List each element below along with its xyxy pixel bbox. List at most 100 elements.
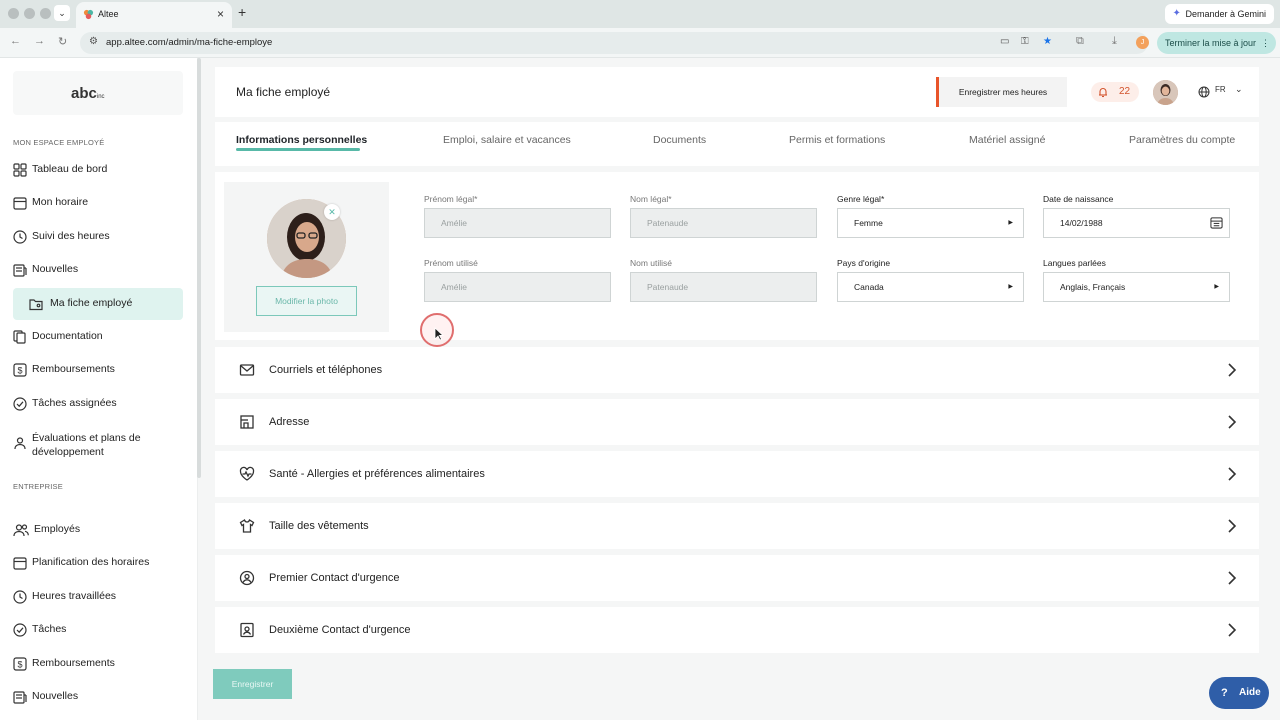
save-button[interactable]: Enregistrer [213,669,292,699]
sidebar-item-evaluations[interactable]: Évaluations et plans de développement [13,428,183,458]
birth-date-value: 14/02/1988 [1060,218,1103,228]
window-minimize-dot[interactable] [24,8,35,19]
legal-first-name-field[interactable]: Amélie [424,208,611,238]
log-hours-button[interactable]: Enregistrer mes heures [936,77,1067,107]
sidebar-item-label: Évaluations et plans de développement [32,432,141,458]
heart-icon [239,466,255,481]
used-first-name-label: Prénom utilisé [424,258,478,268]
chevron-right-icon [1228,623,1237,637]
used-first-name-field[interactable]: Amélie [424,272,611,302]
site-info-icon[interactable]: ⚙ [89,36,98,47]
sidebar-item-employees[interactable]: Employés [13,515,183,545]
help-button[interactable]: ? Aide [1209,677,1269,709]
gemini-button[interactable]: ✦ Demander à Gemini [1165,4,1274,24]
remove-photo-icon[interactable]: ✕ [324,204,340,220]
sidebar-item-company-reimbursements[interactable]: $ Remboursements [13,649,183,679]
section-clothing-size[interactable]: Taille des vêtements [215,503,1259,549]
tab-personal-info[interactable]: Informations personnelles [236,134,367,146]
chevron-right-icon [1228,519,1237,533]
section-title-employee-space: MON ESPACE EMPLOYÉ [13,138,105,147]
page-header: Ma fiche employé Enregistrer mes heures … [215,67,1259,117]
new-tab-icon[interactable]: + [238,4,246,20]
legal-last-name-field[interactable]: Patenaude [630,208,817,238]
sidebar-item-label: Ma fiche employé [50,297,133,309]
sidebar-item-my-employee-file[interactable]: Ma fiche employé [13,288,183,320]
dollar-icon: $ [13,657,27,671]
user-avatar[interactable] [1153,80,1178,105]
tab-permits[interactable]: Permis et formations [789,134,885,146]
sidebar-item-label: Tâches [32,623,67,635]
forward-icon[interactable]: → [34,35,45,47]
password-key-icon[interactable]: ⚿ [1021,36,1029,47]
section-health[interactable]: Santé - Allergies et préférences aliment… [215,451,1259,497]
tab-title: Altee [98,9,119,19]
sidebar-item-company-news[interactable]: Nouvelles [13,682,183,712]
sidebar-item-schedule-planning[interactable]: Planification des horaires [13,548,183,578]
profile-avatar[interactable]: J [1136,36,1149,49]
calendar-icon[interactable] [1210,216,1223,229]
origin-country-select[interactable]: Canada ▶ [837,272,1024,302]
tab-equipment[interactable]: Matériel assigné [969,134,1045,146]
logo-text: abcinc [71,85,105,102]
tab-employment[interactable]: Emploi, salaire et vacances [443,134,571,146]
sidebar-item-reimbursements[interactable]: $ Remboursements [13,355,183,385]
sidebar-item-label: Remboursements [32,363,115,375]
edit-photo-button[interactable]: Modifier la photo [256,286,357,316]
languages-select[interactable]: Anglais, Français ▶ [1043,272,1230,302]
gemini-label: Demander à Gemini [1185,9,1266,19]
chevron-right-icon [1228,571,1237,585]
news-icon [13,691,27,704]
sidebar-item-label: Nouvelles [32,263,79,275]
mail-icon [239,364,255,376]
address-bar[interactable]: ⚙ app.altee.com/admin/ma-fiche-employe ▭… [80,32,1148,54]
sidebar-item-tasks[interactable]: Tâches [13,615,183,645]
birth-date-field[interactable]: 14/02/1988 [1043,208,1230,238]
sidebar-item-dashboard[interactable]: Tableau de bord [13,155,183,185]
update-button[interactable]: Terminer la mise à jour ⋮ [1157,32,1277,54]
sidebar-scrollbar[interactable] [197,58,201,478]
svg-text:$: $ [17,366,22,376]
tab-search-chevron-icon[interactable]: ⌄ [54,5,70,21]
more-menu-icon[interactable]: ⋮ [1261,32,1270,54]
sidebar-item-hours-worked[interactable]: Heures travaillées [13,582,183,612]
sidebar-item-time-tracking[interactable]: Suivi des heures [13,222,183,252]
section-first-emergency-contact[interactable]: Premier Contact d'urgence [215,555,1259,601]
company-logo[interactable]: abcinc [13,71,183,115]
tab-account-settings[interactable]: Paramètres du compte [1129,134,1235,146]
download-icon[interactable]: ⤓ [1112,35,1117,48]
tab-close-icon[interactable]: × [217,7,224,21]
notifications-button[interactable]: 22 [1091,82,1139,102]
sidebar-item-label: Nouvelles [32,690,79,702]
browser-tab[interactable]: Altee × [76,2,232,28]
extensions-icon[interactable]: ⧉ [1076,35,1084,48]
section-second-emergency-contact[interactable]: Deuxième Contact d'urgence [215,607,1259,653]
reload-icon[interactable]: ↻ [58,35,67,48]
chevron-right-icon [1228,363,1237,377]
language-selector[interactable]: FR [1215,85,1226,94]
sidebar-item-news[interactable]: Nouvelles [13,255,183,285]
window-close-dot[interactable] [8,8,19,19]
window-zoom-dot[interactable] [40,8,51,19]
back-icon[interactable]: ← [10,35,21,47]
sidebar-item-schedule[interactable]: Mon horaire [13,188,183,218]
notification-count: 22 [1119,86,1131,97]
section-label: Deuxième Contact d'urgence [269,624,411,636]
sidebar-item-label: Planification des horaires [32,556,150,568]
sidebar: abcinc MON ESPACE EMPLOYÉ Tableau de bor… [0,58,198,720]
sidebar-item-documentation[interactable]: Documentation [13,322,183,352]
section-address[interactable]: Adresse [215,399,1259,445]
tab-documents[interactable]: Documents [653,134,706,146]
section-label: Santé - Allergies et préférences aliment… [269,468,485,480]
sidebar-item-label: Heures travaillées [32,590,117,602]
used-last-name-field[interactable]: Patenaude [630,272,817,302]
url-text[interactable]: app.altee.com/admin/ma-fiche-employe [106,37,272,48]
legal-gender-select[interactable]: Femme ▶ [837,208,1024,238]
bell-icon [1099,88,1107,98]
chevron-down-icon[interactable]: ⌄ [1235,84,1243,95]
photo-panel: ✕ Modifier la photo [224,182,389,332]
section-emails-phones[interactable]: Courriels et téléphones [215,347,1259,393]
sidebar-item-label: Documentation [32,330,103,342]
sidebar-item-assigned-tasks[interactable]: Tâches assignées [13,389,183,419]
bookmark-star-icon[interactable]: ★ [1043,36,1052,47]
install-app-icon[interactable]: ▭ [1000,36,1009,47]
